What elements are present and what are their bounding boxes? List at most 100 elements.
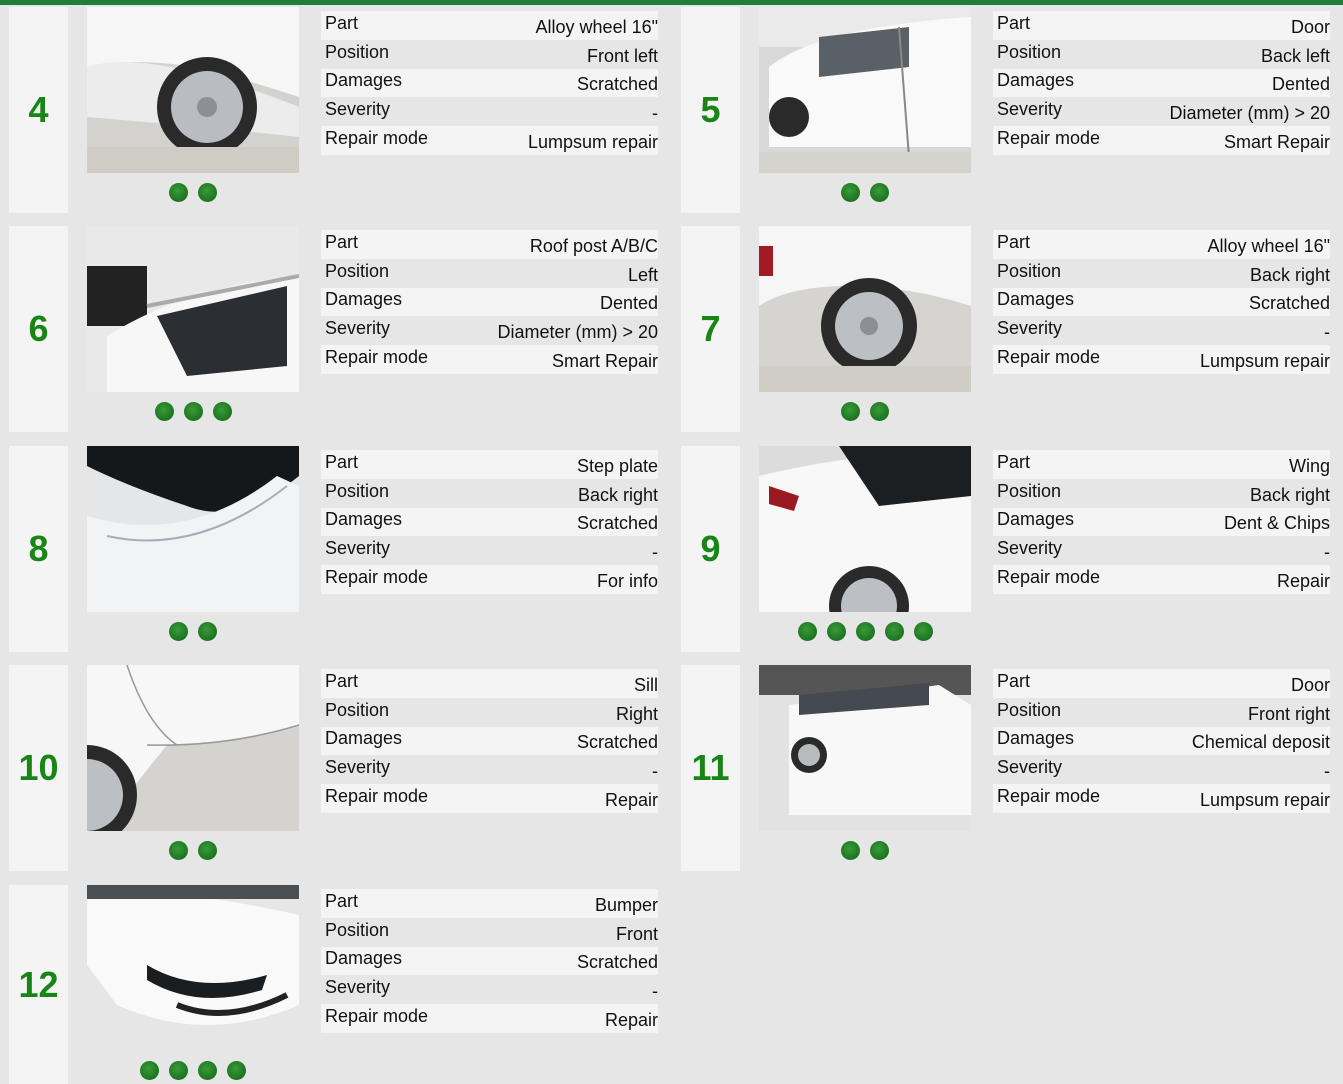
spec-row-part: Part Alloy wheel 16" <box>321 11 658 40</box>
damage-number: 4 <box>9 7 68 213</box>
spec-row-repair-mode: Repair mode Repair <box>993 565 1330 594</box>
spec-table: Part Wing Position Back right Damages Dent … <box>993 450 1330 594</box>
spec-row-part: Part Door <box>993 11 1330 40</box>
spec-row-part: Part Alloy wheel 16" <box>993 230 1330 259</box>
damage-number: 12 <box>9 885 68 1084</box>
damage-number: 6 <box>9 226 68 432</box>
damage-number: 7 <box>681 226 740 432</box>
damage-number: 10 <box>9 665 68 871</box>
spec-row-damages: Damages Scratched <box>993 287 1330 317</box>
photo-dots <box>759 183 971 203</box>
spec-row-severity: Severity - <box>325 757 658 782</box>
photo-dot[interactable] <box>183 402 203 421</box>
damage-photo[interactable] <box>759 226 971 392</box>
photo-roof-post-left <box>87 226 299 392</box>
damage-photo[interactable] <box>759 446 971 612</box>
spec-row-severity: Severity - <box>325 99 658 124</box>
photo-dot[interactable] <box>855 622 875 641</box>
damage-card: 11 Part Door Position Front right Damages C… <box>681 665 1342 871</box>
damage-number: 5 <box>681 7 740 213</box>
photo-dots <box>759 622 971 642</box>
spec-row-severity: Severity - <box>325 977 658 1002</box>
spec-row-severity: Severity Diameter (mm) > 20 <box>325 318 658 343</box>
photo-dot[interactable] <box>169 841 188 860</box>
photo-dot[interactable] <box>870 402 889 421</box>
spec-row-repair-mode: Repair mode Lumpsum repair <box>993 345 1330 374</box>
photo-dot[interactable] <box>913 622 933 641</box>
photo-dot[interactable] <box>198 183 217 202</box>
damage-photo[interactable] <box>87 226 299 392</box>
spec-row-part: Part Sill <box>321 669 658 698</box>
photo-dot[interactable] <box>154 402 174 421</box>
damage-card: 9 Part Wing Position Back right Damages Den… <box>681 446 1342 652</box>
photo-dot[interactable] <box>140 1061 159 1080</box>
photo-dot[interactable] <box>841 841 860 860</box>
damage-photo[interactable] <box>87 7 299 173</box>
spec-row-damages: Damages Scratched <box>321 726 658 756</box>
photo-step-plate-back-right <box>87 446 299 612</box>
damage-photo[interactable] <box>87 665 299 831</box>
photo-dot[interactable] <box>841 402 860 421</box>
spec-row-position: Position Front left <box>325 41 658 66</box>
damage-card: 10 Part Sill Position Right Damages Scratch… <box>9 665 670 871</box>
spec-table: Part Sill Position Right Damages Scratched … <box>321 669 658 813</box>
photo-wheel-front-left <box>87 7 299 173</box>
photo-door-back-left <box>759 7 971 173</box>
spec-table: Part Alloy wheel 16" Position Front left D… <box>321 11 658 155</box>
photo-dot[interactable] <box>198 1061 217 1080</box>
spec-row-part: Part Bumper <box>321 889 658 918</box>
spec-row-position: Position Back right <box>325 480 658 505</box>
spec-row-damages: Damages Dent & Chips <box>993 507 1330 537</box>
spec-row-damages: Damages Dented <box>321 287 658 317</box>
damage-photo[interactable] <box>87 885 299 1051</box>
spec-row-position: Position Front <box>325 919 658 944</box>
spec-table: Part Step plate Position Back right Damage… <box>321 450 658 594</box>
photo-dot[interactable] <box>169 183 188 202</box>
photo-dots <box>759 841 971 861</box>
photo-dot[interactable] <box>212 402 232 421</box>
photo-dot[interactable] <box>198 622 217 641</box>
spec-row-damages: Damages Scratched <box>321 507 658 537</box>
spec-row-repair-mode: Repair mode For info <box>321 565 658 594</box>
damage-card: 5 Part Door Position Back left Damages Dent… <box>681 7 1342 213</box>
spec-row-severity: Severity - <box>997 757 1330 782</box>
spec-row-repair-mode: Repair mode Lumpsum repair <box>321 126 658 155</box>
photo-dots <box>87 841 299 861</box>
photo-dot[interactable] <box>169 1061 188 1080</box>
damage-card: 8 Part Step plate Position Back right Dama… <box>9 446 670 652</box>
photo-dot[interactable] <box>870 183 889 202</box>
spec-row-position: Position Back right <box>997 260 1330 285</box>
spec-row-position: Position Back right <box>997 480 1330 505</box>
spec-table: Part Roof post A/B/C Position Left Damages… <box>321 230 658 374</box>
damage-card: 4 Part Alloy wheel 16" Position Front left… <box>9 7 670 213</box>
photo-dots <box>759 402 971 422</box>
damage-photo[interactable] <box>87 446 299 612</box>
photo-dot[interactable] <box>841 183 860 202</box>
photo-dot[interactable] <box>870 841 889 860</box>
spec-row-position: Position Front right <box>997 699 1330 724</box>
spec-row-repair-mode: Repair mode Repair <box>321 784 658 813</box>
top-accent-bar <box>0 0 1343 5</box>
damage-number: 9 <box>681 446 740 652</box>
damage-photo[interactable] <box>759 665 971 831</box>
spec-row-severity: Severity - <box>997 318 1330 343</box>
spec-row-part: Part Step plate <box>321 450 658 479</box>
photo-wheel-back-right <box>759 226 971 392</box>
photo-dot[interactable] <box>198 841 217 860</box>
spec-table: Part Door Position Front right Damages Chem… <box>993 669 1330 813</box>
photo-dots <box>87 183 299 203</box>
spec-table: Part Door Position Back left Damages Dented… <box>993 11 1330 155</box>
photo-dot[interactable] <box>826 622 846 641</box>
photo-bumper-front <box>87 885 299 1051</box>
damage-card: 12 Part Bumper Position Front Damages Scrat… <box>9 885 670 1084</box>
spec-row-severity: Severity - <box>997 538 1330 563</box>
photo-dot[interactable] <box>227 1061 246 1080</box>
damage-photo[interactable] <box>759 7 971 173</box>
photo-dot[interactable] <box>797 622 817 641</box>
spec-table: Part Alloy wheel 16" Position Back right D… <box>993 230 1330 374</box>
photo-dot[interactable] <box>884 622 904 641</box>
spec-row-severity: Severity Diameter (mm) > 20 <box>997 99 1330 124</box>
photo-dot[interactable] <box>169 622 188 641</box>
spec-row-damages: Damages Chemical deposit <box>993 726 1330 756</box>
spec-row-part: Part Roof post A/B/C <box>321 230 658 259</box>
